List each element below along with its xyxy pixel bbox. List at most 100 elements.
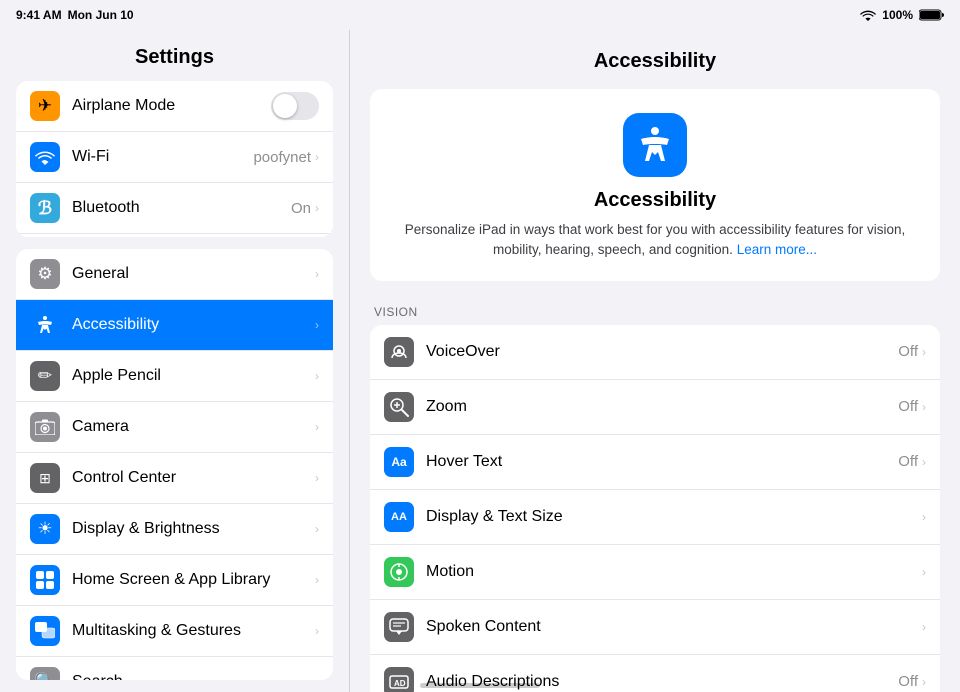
multitasking-chevron: › [315, 624, 319, 638]
airplane-mode-icon: ✈ [30, 91, 60, 121]
zoom-item[interactable]: Zoom Off › [370, 380, 940, 435]
vision-group: VoiceOver Off › Zoom Off › Aa Hover Text… [370, 325, 940, 692]
voiceover-value: Off [898, 343, 918, 360]
accessibility-header-icon [623, 113, 687, 177]
sidebar-item-camera[interactable]: Camera › [16, 402, 333, 453]
sidebar-title: Settings [0, 30, 349, 81]
accessibility-header-desc: Personalize iPad in ways that work best … [390, 220, 920, 261]
apple-pencil-label: Apple Pencil [72, 367, 315, 385]
content-title: Accessibility [370, 50, 940, 73]
accessibility-header-title: Accessibility [390, 189, 920, 212]
sidebar-item-search[interactable]: 🔍 Search › [16, 657, 333, 680]
wifi-icon [860, 9, 876, 21]
bluetooth-label: Bluetooth [72, 199, 291, 217]
spoken-content-chevron: › [922, 620, 926, 634]
display-text-size-chevron: › [922, 510, 926, 524]
multitasking-label: Multitasking & Gestures [72, 622, 315, 640]
accessibility-icon [30, 310, 60, 340]
sidebar-item-accessibility[interactable]: Accessibility › [16, 300, 333, 351]
sidebar-item-multitasking[interactable]: Multitasking & Gestures › [16, 606, 333, 657]
zoom-icon [384, 392, 414, 422]
home-indicator [420, 683, 540, 688]
zoom-label: Zoom [426, 398, 898, 416]
hover-text-value: Off [898, 453, 918, 470]
sidebar-item-control-center[interactable]: ⊞ Control Center › [16, 453, 333, 504]
settings-group-connectivity: ✈ Airplane Mode Wi-Fi poofynet › ℬ Bluet… [16, 81, 333, 237]
motion-item[interactable]: Motion › [370, 545, 940, 600]
audio-descriptions-chevron: › [922, 675, 926, 689]
airplane-mode-toggle[interactable] [271, 92, 319, 120]
voiceover-icon [384, 337, 414, 367]
airplane-mode-label: Airplane Mode [72, 97, 271, 115]
motion-label: Motion [426, 563, 918, 581]
home-screen-chevron: › [315, 573, 319, 587]
multitasking-icon [30, 616, 60, 646]
sidebar-item-apple-pencil[interactable]: ✏ Apple Pencil › [16, 351, 333, 402]
apple-pencil-icon: ✏ [30, 361, 60, 391]
voiceover-label: VoiceOver [426, 343, 898, 361]
status-bar: 9:41 AM Mon Jun 10 100% [0, 0, 960, 30]
control-center-icon: ⊞ [30, 463, 60, 493]
search-icon: 🔍 [30, 667, 60, 680]
display-text-size-icon: AA [384, 502, 414, 532]
vision-section-label: VISION [374, 305, 936, 319]
control-center-label: Control Center [72, 469, 315, 487]
general-chevron: › [315, 267, 319, 281]
sidebar: Settings ✈ Airplane Mode Wi-Fi poofynet … [0, 30, 350, 692]
audio-descriptions-value: Off [898, 673, 918, 690]
home-screen-icon [30, 565, 60, 595]
content-area: Accessibility Accessibility Personalize … [350, 30, 960, 692]
apple-pencil-chevron: › [315, 369, 319, 383]
wifi-chevron: › [315, 150, 319, 164]
main-container: Settings ✈ Airplane Mode Wi-Fi poofynet … [0, 30, 960, 692]
wifi-label: Wi-Fi [72, 148, 253, 166]
display-brightness-icon: ☀ [30, 514, 60, 544]
voiceover-chevron: › [922, 345, 926, 359]
sidebar-item-display-brightness[interactable]: ☀ Display & Brightness › [16, 504, 333, 555]
voiceover-item[interactable]: VoiceOver Off › [370, 325, 940, 380]
svg-text:AD: AD [394, 679, 406, 688]
bluetooth-chevron: › [315, 201, 319, 215]
battery-icon [919, 9, 944, 21]
status-bar-left: 9:41 AM Mon Jun 10 [16, 8, 134, 22]
hover-text-chevron: › [922, 455, 926, 469]
control-center-chevron: › [315, 471, 319, 485]
search-label: Search [72, 673, 315, 680]
sidebar-item-general[interactable]: ⚙ General › [16, 249, 333, 300]
status-bar-right: 100% [860, 8, 944, 22]
display-brightness-chevron: › [315, 522, 319, 536]
motion-icon [384, 557, 414, 587]
accessibility-chevron: › [315, 318, 319, 332]
sidebar-item-home-screen[interactable]: Home Screen & App Library › [16, 555, 333, 606]
bluetooth-value: On [291, 200, 311, 217]
general-label: General [72, 265, 315, 283]
sidebar-item-bluetooth[interactable]: ℬ Bluetooth On › [16, 183, 333, 234]
bluetooth-icon: ℬ [30, 193, 60, 223]
status-time: 9:41 AM [16, 8, 62, 22]
search-chevron: › [315, 675, 319, 680]
camera-label: Camera [72, 418, 315, 436]
hover-text-icon: Aa [384, 447, 414, 477]
status-date: Mon Jun 10 [68, 8, 134, 22]
battery-percent: 100% [882, 8, 913, 22]
home-screen-label: Home Screen & App Library [72, 571, 315, 589]
audio-descriptions-icon: AD [384, 667, 414, 692]
display-text-size-item[interactable]: AA Display & Text Size › [370, 490, 940, 545]
sidebar-item-wifi[interactable]: Wi-Fi poofynet › [16, 132, 333, 183]
spoken-content-label: Spoken Content [426, 618, 918, 636]
accessibility-label: Accessibility [72, 316, 315, 334]
sidebar-item-battery[interactable]: Battery › [16, 234, 333, 237]
sidebar-item-airplane-mode[interactable]: ✈ Airplane Mode [16, 81, 333, 132]
hover-text-item[interactable]: Aa Hover Text Off › [370, 435, 940, 490]
spoken-content-icon [384, 612, 414, 642]
general-icon: ⚙ [30, 259, 60, 289]
wifi-value: poofynet [253, 149, 311, 166]
settings-group-system: ⚙ General › Accessibility › ✏ Apple Penc… [16, 249, 333, 680]
camera-chevron: › [315, 420, 319, 434]
display-brightness-label: Display & Brightness [72, 520, 315, 538]
display-text-size-label: Display & Text Size [426, 508, 918, 526]
spoken-content-item[interactable]: Spoken Content › [370, 600, 940, 655]
learn-more-link[interactable]: Learn more... [737, 242, 817, 257]
hover-text-label: Hover Text [426, 453, 898, 471]
wifi-icon [30, 142, 60, 172]
